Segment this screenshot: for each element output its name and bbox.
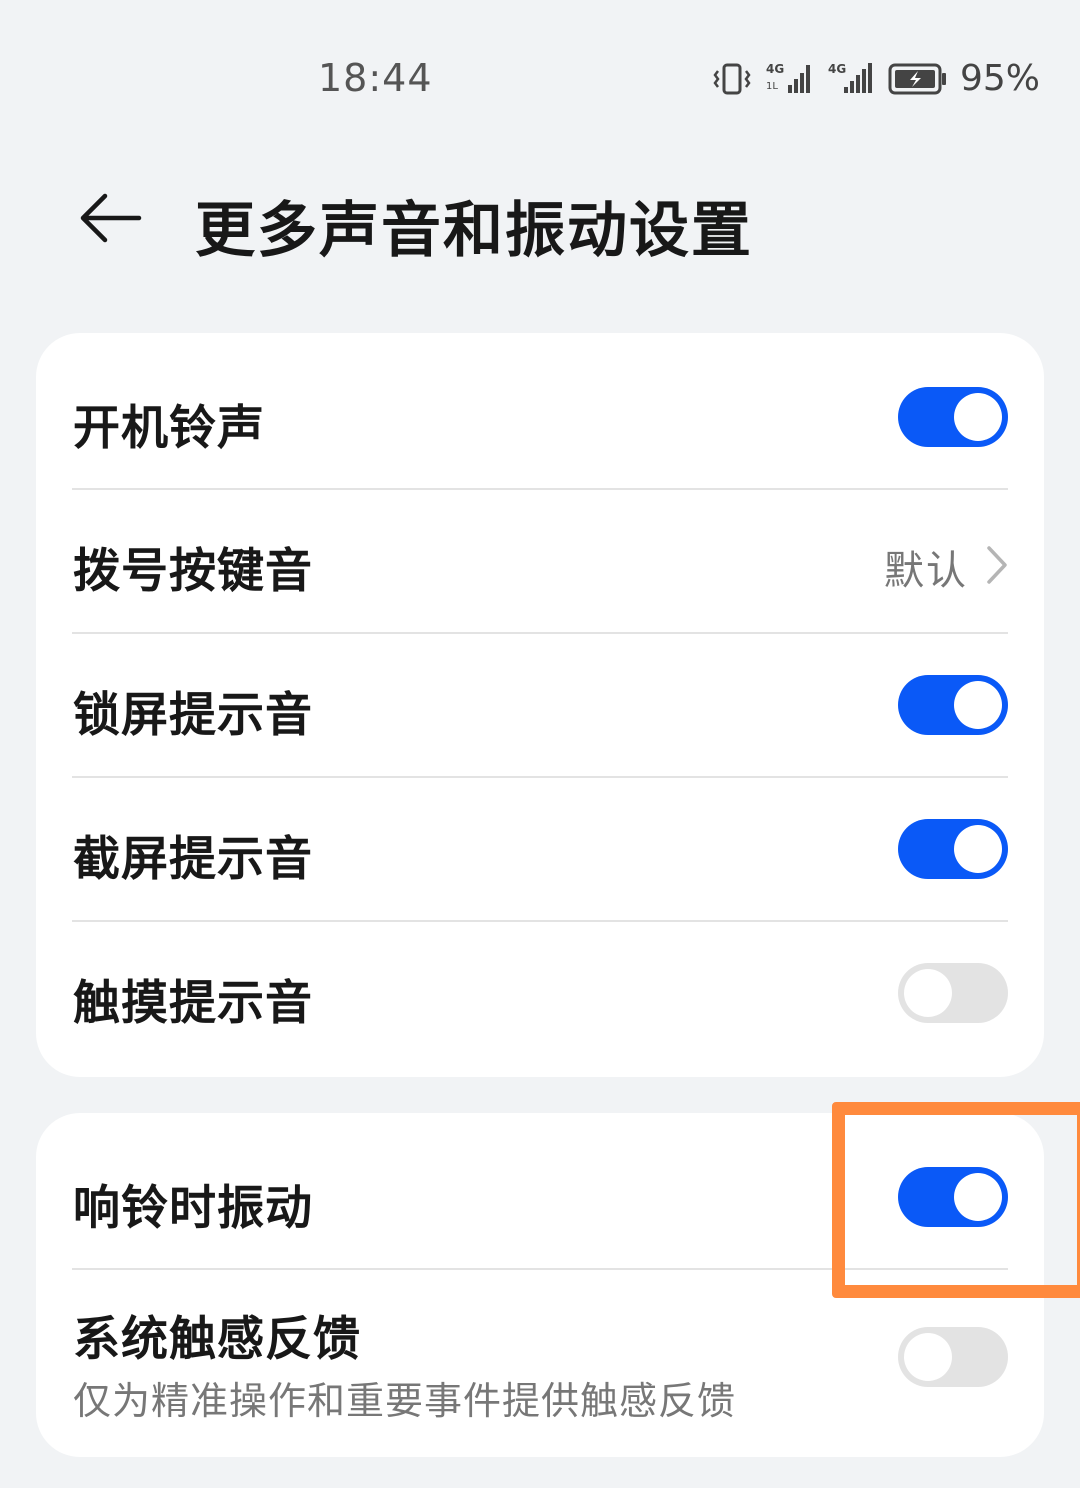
- page-title: 更多声音和振动设置: [195, 196, 753, 266]
- system-haptics-description: 仅为精准操作和重要事件提供触感反馈: [73, 1379, 737, 1423]
- boot-ringtone-label: 开机铃声: [73, 401, 265, 456]
- system-haptics-label: 系统触感反馈: [73, 1312, 361, 1367]
- signal-4g-icon: 4G 1L: [764, 59, 814, 99]
- vibration-settings-card: 响铃时振动 系统触感反馈 仅为精准操作和重要事件提供触感反馈: [36, 1113, 1044, 1457]
- dial-pad-tone-value-text: 默认: [884, 548, 968, 594]
- dial-pad-tone-label: 拨号按键音: [73, 544, 313, 599]
- screenshot-sound-label: 截屏提示音: [73, 832, 313, 887]
- screenshot-sound-row[interactable]: 截屏提示音: [36, 778, 1044, 921]
- dial-pad-tone-row[interactable]: 拨号按键音 默认: [36, 490, 1044, 633]
- vibrate-on-ring-row[interactable]: 响铃时振动: [36, 1113, 1044, 1269]
- lock-screen-sound-label: 锁屏提示音: [73, 688, 313, 743]
- lock-screen-sound-toggle[interactable]: [898, 675, 1008, 735]
- toggle-knob: [954, 1173, 1002, 1221]
- svg-text:1L: 1L: [766, 81, 778, 92]
- sound-settings-card: 开机铃声 拨号按键音 默认 锁屏提示音 截屏提示音 触摸提示音: [36, 333, 1044, 1077]
- chevron-right-icon: [986, 545, 1008, 589]
- status-icons: 4G 1L 4G 95%: [712, 58, 1040, 99]
- system-haptics-row[interactable]: 系统触感反馈 仅为精准操作和重要事件提供触感反馈: [36, 1270, 1044, 1457]
- lock-screen-sound-row[interactable]: 锁屏提示音: [36, 634, 1044, 777]
- screenshot-sound-toggle[interactable]: [898, 819, 1008, 879]
- toggle-knob: [954, 681, 1002, 729]
- boot-ringtone-toggle[interactable]: [898, 387, 1008, 447]
- dial-pad-tone-value[interactable]: 默认: [884, 538, 1008, 596]
- toggle-knob: [904, 969, 952, 1017]
- system-haptics-toggle[interactable]: [898, 1327, 1008, 1387]
- svg-text:4G: 4G: [828, 62, 846, 76]
- vibrate-on-ring-toggle[interactable]: [898, 1167, 1008, 1227]
- status-time: 18:44: [318, 56, 433, 100]
- battery-percent: 95%: [959, 58, 1040, 99]
- touch-sound-row[interactable]: 触摸提示音: [36, 922, 1044, 1077]
- toggle-knob: [954, 393, 1002, 441]
- status-bar: 18:44 4G 1L 4G 95%: [0, 0, 1080, 150]
- boot-ringtone-row[interactable]: 开机铃声: [36, 333, 1044, 489]
- header: 更多声音和振动设置: [0, 170, 1080, 270]
- touch-sound-toggle[interactable]: [898, 963, 1008, 1023]
- battery-charging-icon: [888, 59, 948, 99]
- arrow-left-icon: [75, 188, 145, 252]
- signal-4g-icon: 4G: [826, 59, 876, 99]
- vibrate-on-ring-label: 响铃时振动: [73, 1181, 313, 1236]
- back-button[interactable]: [70, 180, 150, 260]
- touch-sound-label: 触摸提示音: [73, 976, 313, 1031]
- svg-text:4G: 4G: [766, 62, 784, 76]
- vibrate-icon: [712, 59, 752, 99]
- toggle-knob: [954, 825, 1002, 873]
- toggle-knob: [904, 1333, 952, 1381]
